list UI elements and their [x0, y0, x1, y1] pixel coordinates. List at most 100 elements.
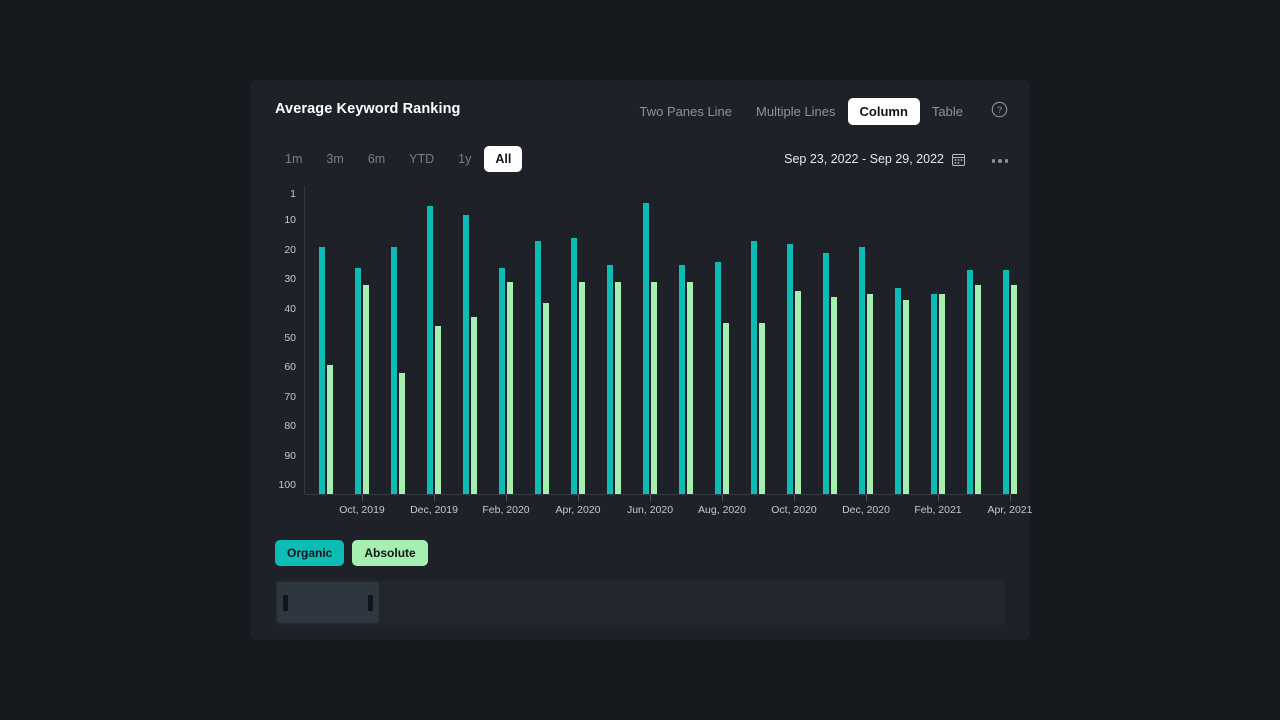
nav-handle-right-icon[interactable] — [368, 594, 374, 611]
bar-absolute[interactable] — [975, 285, 981, 494]
bar-absolute[interactable] — [579, 282, 585, 494]
chart-plot: 1 10 20 30 40 50 60 70 80 90 100 Oct, 2019 Dec, 201… — [250, 186, 1032, 516]
bar-absolute[interactable] — [363, 285, 369, 494]
bar-organic[interactable] — [859, 246, 865, 494]
bar-organic[interactable] — [679, 264, 685, 494]
calendar-icon[interactable] — [952, 153, 965, 166]
bar-absolute[interactable] — [795, 291, 801, 494]
legend-item-absolute[interactable]: Absolute — [352, 540, 428, 566]
page-root: Average Keyword Ranking Two Panes Line Mu… — [0, 0, 1280, 720]
range-tab-all[interactable]: All — [484, 146, 523, 172]
bar-group[interactable] — [499, 186, 515, 494]
bar-absolute[interactable] — [471, 317, 477, 494]
legend-item-organic[interactable]: Organic — [275, 540, 345, 566]
x-axis-tick — [578, 494, 579, 501]
range-tabs: 1m 3m 6m YTD 1y All — [274, 146, 523, 172]
bar-organic[interactable] — [1003, 270, 1009, 494]
bar-organic[interactable] — [823, 252, 829, 494]
range-tab-3m[interactable]: 3m — [315, 146, 354, 172]
bar-group[interactable] — [967, 186, 983, 494]
bar-group[interactable] — [463, 186, 479, 494]
x-axis-tick-label: Feb, 2021 — [914, 504, 962, 516]
ellipsis-icon[interactable] — [991, 159, 1008, 163]
range-navigator[interactable] — [275, 580, 1005, 625]
bar-organic[interactable] — [751, 241, 757, 494]
bar-organic[interactable] — [895, 288, 901, 494]
bar-absolute[interactable] — [507, 282, 513, 494]
bar-absolute[interactable] — [903, 299, 909, 494]
bar-absolute[interactable] — [399, 373, 405, 494]
bar-group[interactable] — [823, 186, 839, 494]
bar-absolute[interactable] — [1011, 285, 1017, 494]
x-axis-tick-label: Oct, 2020 — [771, 504, 817, 516]
bar-group[interactable] — [859, 186, 875, 494]
bar-organic[interactable] — [787, 243, 793, 494]
bar-group[interactable] — [643, 186, 659, 494]
range-tab-ytd[interactable]: YTD — [398, 146, 445, 172]
bar-organic[interactable] — [571, 238, 577, 494]
bar-group[interactable] — [391, 186, 407, 494]
bar-absolute[interactable] — [831, 296, 837, 494]
bar-organic[interactable] — [427, 205, 433, 494]
bar-absolute[interactable] — [723, 323, 729, 494]
navigator-selection[interactable] — [277, 582, 380, 623]
help-circle-icon[interactable]: ? — [991, 101, 1008, 118]
bar-organic[interactable] — [643, 202, 649, 494]
bar-group[interactable] — [715, 186, 731, 494]
bar-absolute[interactable] — [435, 326, 441, 494]
bar-absolute[interactable] — [615, 282, 621, 494]
bar-organic[interactable] — [967, 270, 973, 494]
y-axis-tick-label: 60 — [284, 361, 296, 374]
range-tab-1m[interactable]: 1m — [274, 146, 313, 172]
x-axis-tick-label: Apr, 2021 — [987, 504, 1033, 516]
bar-group[interactable] — [535, 186, 551, 494]
bar-group[interactable] — [427, 186, 443, 494]
bar-organic[interactable] — [931, 293, 937, 494]
x-axis-tick — [434, 494, 435, 501]
bars-area — [305, 186, 1017, 494]
x-axis-tick — [650, 494, 651, 501]
nav-handle-left-icon[interactable] — [283, 594, 288, 611]
x-axis-labels: Oct, 2019 Dec, 2019 Feb, 2020 Apr, 2020 Jun,… — [250, 504, 1033, 524]
bar-absolute[interactable] — [867, 293, 873, 494]
bar-absolute[interactable] — [543, 302, 549, 494]
bar-group[interactable] — [931, 186, 947, 494]
y-axis-tick-label: 70 — [284, 390, 296, 403]
date-range-picker[interactable]: Sep 23, 2022 - Sep 29, 2022 — [784, 152, 965, 166]
dot — [1004, 159, 1008, 163]
view-tab-multiple-lines[interactable]: Multiple Lines — [744, 98, 848, 125]
bar-group[interactable] — [571, 186, 587, 494]
view-tabs: Two Panes Line Multiple Lines Column Table — [628, 98, 975, 125]
bar-organic[interactable] — [355, 267, 361, 494]
y-axis-tick-label: 50 — [284, 332, 296, 345]
view-tab-two-panes-line[interactable]: Two Panes Line — [628, 98, 745, 125]
range-tab-1y[interactable]: 1y — [447, 146, 482, 172]
bar-group[interactable] — [895, 186, 911, 494]
view-tab-table[interactable]: Table — [920, 98, 975, 125]
bar-organic[interactable] — [319, 246, 325, 494]
dot — [998, 159, 1002, 163]
bar-absolute[interactable] — [327, 364, 333, 494]
bar-organic[interactable] — [463, 214, 469, 494]
bar-organic[interactable] — [499, 267, 505, 494]
bar-group[interactable] — [679, 186, 695, 494]
bar-group[interactable] — [751, 186, 767, 494]
bar-group[interactable] — [787, 186, 803, 494]
bar-group[interactable] — [319, 186, 335, 494]
view-tab-column[interactable]: Column — [847, 98, 920, 125]
bar-organic[interactable] — [715, 261, 721, 494]
bar-absolute[interactable] — [759, 323, 765, 494]
y-axis-tick-label: 90 — [284, 449, 296, 462]
bar-absolute[interactable] — [687, 282, 693, 494]
bar-absolute[interactable] — [939, 293, 945, 494]
range-row: 1m 3m 6m YTD 1y All Sep 23, 2022 - Sep 29, 20… — [250, 138, 1030, 186]
bar-group[interactable] — [355, 186, 371, 494]
bar-organic[interactable] — [607, 264, 613, 494]
bar-organic[interactable] — [535, 241, 541, 494]
bar-organic[interactable] — [391, 246, 397, 494]
bar-group[interactable] — [607, 186, 623, 494]
range-tab-6m[interactable]: 6m — [357, 146, 396, 172]
bar-group[interactable] — [1003, 186, 1019, 494]
x-axis-tick-label: Dec, 2020 — [842, 504, 890, 516]
bar-absolute[interactable] — [651, 282, 657, 494]
